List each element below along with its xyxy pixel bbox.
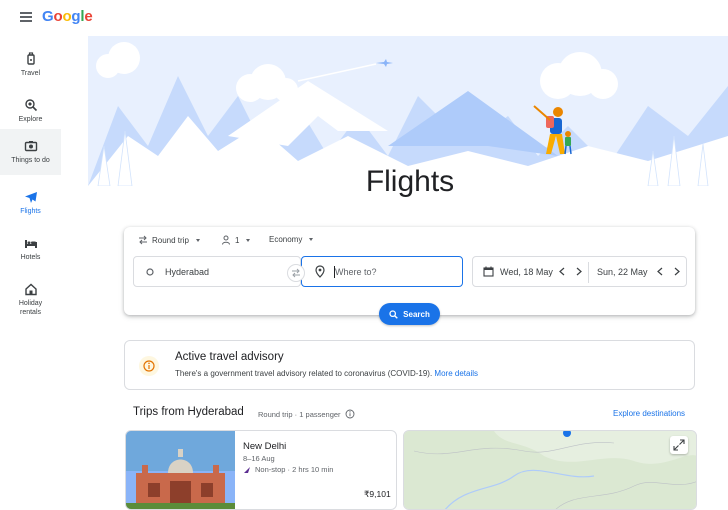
sidebar-item-label: Flights [20,208,41,215]
return-date[interactable]: Sun, 22 May [597,267,648,277]
location-pin-icon [315,265,325,278]
google-logo[interactable]: Google [42,8,93,25]
sidebar-item-travel[interactable]: Travel [0,42,61,88]
more-details-link[interactable]: More details [434,369,478,378]
info-icon [139,356,159,376]
trip-price: ₹9,101 [364,489,391,499]
explore-destinations-link[interactable]: Explore destinations [613,409,685,418]
sidebar-item-label: Hotels [20,254,41,261]
sidebar-item-label: Travel [20,70,41,77]
chevron-down-icon [195,238,200,242]
sidebar-item-explore[interactable]: Explore [0,88,61,134]
origin-circle-icon [146,268,154,276]
swap-arrows-icon [139,235,147,245]
cabin-class-select[interactable]: Economy [269,235,314,244]
origin-input[interactable]: Hyderabad [133,256,301,287]
search-button[interactable]: Search [379,303,440,325]
chevron-down-icon [246,238,251,242]
main-menu-icon[interactable] [20,12,32,22]
destination-input[interactable]: Where to? [301,256,463,287]
info-circle-icon[interactable] [345,409,355,419]
trip-card-new-delhi[interactable]: New Delhi 8–16 Aug Non-stop · 2 hrs 10 m… [125,430,397,510]
advisory-title: Active travel advisory [175,351,284,363]
hero-illustration [88,36,728,186]
camera-icon [24,141,37,152]
plane-icon [24,192,37,203]
swap-locations-button[interactable] [287,264,305,282]
chevron-right-icon[interactable] [674,267,680,276]
airline-logo-icon [244,466,250,473]
date-range-picker[interactable]: Wed, 18 May Sun, 22 May [472,256,687,287]
destination-photo [126,431,235,509]
depart-date[interactable]: Wed, 18 May [500,267,553,277]
explore-icon [24,99,37,112]
top-bar: Google [0,0,728,36]
house-icon [24,283,37,296]
passengers-select[interactable]: 1 [221,235,251,245]
sidebar-item-holiday-rentals[interactable]: Holiday rentals [0,272,61,328]
expand-icon [673,439,685,451]
person-icon [222,235,230,245]
advisory-body: There's a government travel advisory rel… [175,369,478,378]
sidebar-item-label: Holiday rentals [18,300,43,316]
chevron-right-icon[interactable] [576,267,582,276]
page-title: Flights [365,165,455,198]
sidebar-item-things-to-do[interactable]: Things to do [0,129,61,175]
calendar-icon [483,266,494,277]
bed-icon [24,240,37,248]
trips-section-title: Trips from Hyderabad [133,406,244,418]
search-icon [389,309,398,319]
trip-stops: Non-stop · 2 hrs 10 min [243,465,333,474]
trip-type-select[interactable]: Round trip [138,235,200,245]
expand-map-button[interactable] [670,436,688,454]
chevron-left-icon[interactable] [657,267,663,276]
swap-icon [292,268,300,278]
map-image [404,431,696,509]
sidebar-item-hotels[interactable]: Hotels [0,226,61,272]
sidebar-item-label: Things to do [11,157,50,164]
flight-search-form: Round trip 1 Economy Hyderabad Where to?… [124,227,695,325]
travel-advisory-banner: Active travel advisory There's a governm… [124,340,695,390]
destinations-map[interactable] [403,430,697,510]
suitcase-icon [26,52,35,65]
sidebar-item-flights[interactable]: Flights [0,180,61,226]
chevron-left-icon[interactable] [559,267,565,276]
sidebar-item-label: Explore [18,116,43,123]
trip-destination: New Delhi [243,441,287,452]
trip-dates: 8–16 Aug [243,454,275,463]
chevron-down-icon [309,238,314,241]
trips-subtitle: Round trip · 1 passenger [258,409,355,419]
